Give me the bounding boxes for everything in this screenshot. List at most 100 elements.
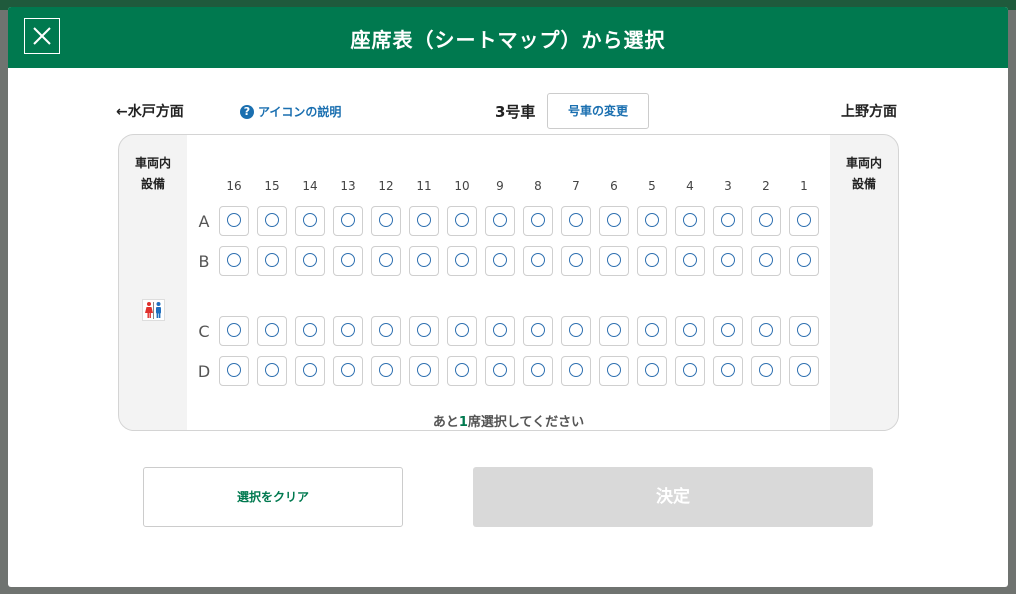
- column-number: 1: [800, 179, 808, 193]
- available-seat-icon: [379, 363, 393, 377]
- column-number: 2: [762, 179, 770, 193]
- seat-16C[interactable]: [219, 316, 249, 346]
- available-seat-icon: [759, 363, 773, 377]
- seat-14A[interactable]: [295, 206, 325, 236]
- seat-15A[interactable]: [257, 206, 287, 236]
- seat-1B[interactable]: [789, 246, 819, 276]
- seat-3A[interactable]: [713, 206, 743, 236]
- dialog-header: 座席表（シートマップ）から選択: [8, 7, 1008, 68]
- seat-13D[interactable]: [333, 356, 363, 386]
- column-number: 15: [264, 179, 280, 193]
- seat-6A[interactable]: [599, 206, 629, 236]
- seat-5C[interactable]: [637, 316, 667, 346]
- available-seat-icon: [341, 323, 355, 337]
- seat-1A[interactable]: [789, 206, 819, 236]
- seat-1D[interactable]: [789, 356, 819, 386]
- facility-label-left: 車両内 設備: [134, 156, 171, 191]
- available-seat-icon: [759, 253, 773, 267]
- seat-8C[interactable]: [523, 316, 553, 346]
- seat-14B[interactable]: [295, 246, 325, 276]
- icon-help-link[interactable]: ? アイコンの説明: [240, 103, 341, 120]
- seat-16A[interactable]: [219, 206, 249, 236]
- clear-selection-button[interactable]: 選択をクリア: [143, 467, 403, 527]
- seat-5B[interactable]: [637, 246, 667, 276]
- column-number: 3: [724, 179, 732, 193]
- seat-2D[interactable]: [751, 356, 781, 386]
- seat-11B[interactable]: [409, 246, 439, 276]
- seat-7A[interactable]: [561, 206, 591, 236]
- available-seat-icon: [531, 323, 545, 337]
- seat-10B[interactable]: [447, 246, 477, 276]
- seat-6C[interactable]: [599, 316, 629, 346]
- change-car-button[interactable]: 号車の変更: [547, 93, 649, 129]
- available-seat-icon: [493, 363, 507, 377]
- available-seat-icon: [341, 213, 355, 227]
- seat-15C[interactable]: [257, 316, 287, 346]
- seat-8A[interactable]: [523, 206, 553, 236]
- seat-5D[interactable]: [637, 356, 667, 386]
- seat-3D[interactable]: [713, 356, 743, 386]
- seat-2C[interactable]: [751, 316, 781, 346]
- available-seat-icon: [569, 323, 583, 337]
- seat-1C[interactable]: [789, 316, 819, 346]
- available-seat-icon: [455, 363, 469, 377]
- seat-6D[interactable]: [599, 356, 629, 386]
- row-label: A: [198, 212, 210, 231]
- seat-11C[interactable]: [409, 316, 439, 346]
- seat-2A[interactable]: [751, 206, 781, 236]
- seat-8B[interactable]: [523, 246, 553, 276]
- seat-12C[interactable]: [371, 316, 401, 346]
- available-seat-icon: [227, 253, 241, 267]
- seat-5A[interactable]: [637, 206, 667, 236]
- column-number: 16: [226, 179, 242, 193]
- seat-16B[interactable]: [219, 246, 249, 276]
- confirm-button[interactable]: 決定: [473, 467, 873, 527]
- seat-3B[interactable]: [713, 246, 743, 276]
- seat-14D[interactable]: [295, 356, 325, 386]
- seat-4C[interactable]: [675, 316, 705, 346]
- seat-13B[interactable]: [333, 246, 363, 276]
- seat-9D[interactable]: [485, 356, 515, 386]
- seat-4A[interactable]: [675, 206, 705, 236]
- seat-11A[interactable]: [409, 206, 439, 236]
- available-seat-icon: [645, 253, 659, 267]
- seat-6B[interactable]: [599, 246, 629, 276]
- seat-16D[interactable]: [219, 356, 249, 386]
- seat-2B[interactable]: [751, 246, 781, 276]
- available-seat-icon: [303, 323, 317, 337]
- remaining-count: 1: [458, 415, 468, 430]
- available-seat-icon: [455, 253, 469, 267]
- seat-15B[interactable]: [257, 246, 287, 276]
- seat-9C[interactable]: [485, 316, 515, 346]
- seat-12A[interactable]: [371, 206, 401, 236]
- column-number: 5: [648, 179, 656, 193]
- available-seat-icon: [759, 323, 773, 337]
- seat-10C[interactable]: [447, 316, 477, 346]
- seat-7D[interactable]: [561, 356, 591, 386]
- seat-14C[interactable]: [295, 316, 325, 346]
- row-label: D: [197, 362, 211, 381]
- seat-12D[interactable]: [371, 356, 401, 386]
- column-number: 11: [416, 179, 432, 193]
- available-seat-icon: [531, 213, 545, 227]
- seat-9A[interactable]: [485, 206, 515, 236]
- seat-15D[interactable]: [257, 356, 287, 386]
- seat-8D[interactable]: [523, 356, 553, 386]
- column-number: 14: [302, 179, 318, 193]
- seat-7C[interactable]: [561, 316, 591, 346]
- available-seat-icon: [645, 323, 659, 337]
- seat-13C[interactable]: [333, 316, 363, 346]
- seat-10D[interactable]: [447, 356, 477, 386]
- seat-12B[interactable]: [371, 246, 401, 276]
- seat-13A[interactable]: [333, 206, 363, 236]
- seat-11D[interactable]: [409, 356, 439, 386]
- seat-10A[interactable]: [447, 206, 477, 236]
- seat-4B[interactable]: [675, 246, 705, 276]
- available-seat-icon: [417, 323, 431, 337]
- seat-7B[interactable]: [561, 246, 591, 276]
- seat-4D[interactable]: [675, 356, 705, 386]
- seat-3C[interactable]: [713, 316, 743, 346]
- seat-grid: あと1席選択してください 16 15 14 13 12 11 10 9 8 7 6 5 4 3 2 1 A B C D: [187, 135, 830, 430]
- available-seat-icon: [721, 253, 735, 267]
- seat-9B[interactable]: [485, 246, 515, 276]
